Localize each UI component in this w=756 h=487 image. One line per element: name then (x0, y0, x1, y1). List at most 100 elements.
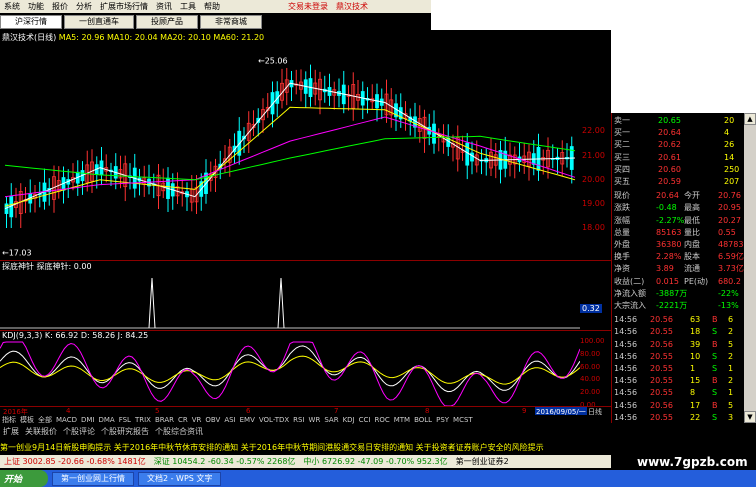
indicator-tab[interactable]: 全部 (36, 415, 54, 425)
tick-row[interactable]: 14:56 20.55 18 S 2 (612, 326, 745, 338)
indicator-tab[interactable]: VOL-TDX (257, 416, 291, 424)
indicator-tab[interactable]: MTM (392, 416, 412, 424)
stat-row[interactable]: 外盘 36380 内盘 48783 (612, 239, 745, 251)
tick-row[interactable]: 14:56 20.55 10 S 2 (612, 351, 745, 363)
indicator-tab[interactable]: SAR (322, 416, 340, 424)
menu-quote[interactable]: 报价 (48, 1, 72, 12)
indicator-tab[interactable]: RSI (291, 416, 306, 424)
indicator-tab[interactable]: WR (307, 416, 323, 424)
tick-row[interactable]: 14:56 20.55 22 S 3 (612, 412, 745, 424)
indicator-tab[interactable]: CCI (357, 416, 373, 424)
price-chart: ←25.06 ←17.03 (2, 57, 576, 257)
month-label: 5 (155, 407, 160, 415)
quote-row[interactable]: 卖一 20.65 20 (612, 115, 745, 127)
trade-login-status[interactable]: 交易未登录 (284, 1, 332, 12)
quote-row[interactable]: 买三 20.61 14 (612, 152, 745, 164)
stat-row[interactable]: 涨跌 -0.48 最高 20.95 (612, 202, 745, 214)
tick-count: 3 (728, 412, 734, 422)
start-button[interactable]: 开始 (0, 470, 48, 487)
indicator-tab[interactable]: CR (176, 416, 190, 424)
tick-side: S (712, 351, 718, 361)
tab-market[interactable]: 沪深行情 (0, 14, 62, 29)
extension-tab[interactable]: 扩展 (0, 426, 22, 437)
sh-index[interactable]: 上证 3002.85 -20.66 -0.68% 1481亿 (0, 456, 150, 467)
quote-row[interactable]: 买一 20.64 4 (612, 127, 745, 139)
indicator-tab[interactable]: 指标 (0, 415, 18, 425)
tick-row[interactable]: 14:56 20.55 1 S 1 (612, 363, 745, 375)
month-label: 7 (334, 407, 339, 415)
extension-tab[interactable]: 关联报价 (22, 426, 60, 437)
tab-advisor[interactable]: 投顾产品 (136, 14, 198, 29)
stat-value: 48783 (718, 240, 744, 249)
tick-row[interactable]: 14:56 20.56 39 B 5 (612, 339, 745, 351)
tick-price: 20.55 (650, 364, 673, 373)
tick-price: 20.55 (650, 412, 673, 422)
stat-row[interactable]: 涨幅 -2.27% 最低 20.27 (612, 215, 745, 227)
tab-direct[interactable]: 一创直通车 (64, 14, 134, 29)
tick-row[interactable]: 14:56 20.56 63 B 6 (612, 314, 745, 326)
tick-count: 5 (728, 339, 734, 349)
scroll-down-icon[interactable]: ▼ (744, 411, 756, 423)
stat-row[interactable]: 换手 2.28% 股本 6.59亿 (612, 251, 745, 263)
tick-volume: 17 (690, 400, 701, 410)
menu-tools[interactable]: 工具 (176, 1, 200, 12)
indicator-tab[interactable]: FSL (117, 416, 133, 424)
chart-area[interactable]: 鼎汉技术(日线) MA5: 20.96 MA10: 20.04 MA20: 20… (0, 30, 611, 423)
tick-volume: 39 (690, 339, 701, 349)
indicator-tab[interactable]: KDJ (341, 416, 357, 424)
indicator-tab[interactable]: TRIX (133, 416, 153, 424)
stat-row[interactable]: 总量 85163 量比 0.55 (612, 227, 745, 239)
task-wps-doc[interactable]: 文档2 - WPS 文字 (138, 471, 222, 486)
tick-row[interactable]: 14:56 20.56 17 B 5 (612, 400, 745, 412)
extension-tab[interactable]: 个股评论 (60, 426, 98, 437)
stat-row[interactable]: 现价 20.64 今开 20.76 (612, 190, 745, 202)
menu-extended-market[interactable]: 扩展市场行情 (96, 1, 152, 12)
zx-index[interactable]: 中小 6726.92 -47.09 -0.70% 952.3亿 (299, 456, 451, 467)
scroll-up-icon[interactable]: ▲ (744, 113, 756, 125)
indicator-tab[interactable]: EMV (238, 416, 257, 424)
stat-row[interactable]: 收益(二) 0.015 PE(动) 680.2 (612, 276, 745, 288)
tick-row[interactable]: 14:56 20.55 15 B 2 (612, 375, 745, 387)
kdj-tick-label: 40.00 (580, 375, 601, 384)
news-ticker[interactable]: 第一创业9月14日新股申购提示 关于2016年中秋节休市安排的通知 关于2016… (0, 440, 611, 454)
indicator-tab[interactable]: ASI (222, 416, 237, 424)
indicator-tab[interactable]: MACD (54, 416, 79, 424)
extension-tab[interactable]: 个股综合资讯 (152, 426, 206, 437)
indicator-tab[interactable]: BOLL (412, 416, 434, 424)
menu-function[interactable]: 功能 (24, 1, 48, 12)
stat-row[interactable]: 净资 3.89 流通 3.73亿 (612, 263, 745, 275)
sz-index[interactable]: 深证 10454.2 -60.34 -0.57% 2268亿 (150, 456, 300, 467)
indicator-tab[interactable]: OBV (203, 416, 222, 424)
tick-count: 5 (728, 400, 734, 410)
quote-volume: 207 (724, 177, 740, 186)
tick-count: 1 (728, 388, 734, 398)
scrollbar[interactable]: ▲ ▼ (744, 113, 756, 423)
indicator-tab[interactable]: DMI (79, 416, 97, 424)
quote-row[interactable]: 买四 20.60 250 (612, 164, 745, 176)
indicator-tab[interactable]: DMA (96, 416, 116, 424)
extension-tab[interactable]: 个股研究报告 (98, 426, 152, 437)
indicator-tab[interactable]: MCST (451, 416, 475, 424)
stat-value: -3887万 (656, 288, 688, 298)
tdbt-spike (148, 277, 156, 329)
tab-mall[interactable]: 非常商城 (200, 14, 262, 29)
indicator-tab[interactable]: 模板 (18, 415, 36, 425)
tick-side: S (712, 364, 718, 373)
quote-price: 20.62 (658, 140, 681, 150)
quote-row[interactable]: 买二 20.62 26 (612, 139, 745, 151)
tick-row[interactable]: 14:56 20.55 8 S 1 (612, 387, 745, 399)
menu-analysis[interactable]: 分析 (72, 1, 96, 12)
menu-system[interactable]: 系统 (0, 1, 24, 12)
indicator-tab[interactable]: PSY (434, 416, 451, 424)
menu-help[interactable]: 帮助 (200, 1, 224, 12)
quote-row[interactable]: 买五 20.59 207 (612, 176, 745, 188)
stat-value: -13% (718, 301, 739, 310)
indicator-tab[interactable]: BRAR (153, 416, 176, 424)
stat-row[interactable]: 净流入额 -3887万 -22% (612, 288, 745, 300)
task-trading-app[interactable]: 第一创业网上行情 (52, 471, 134, 486)
stat-value: 20.27 (718, 215, 741, 225)
stat-row[interactable]: 大宗流入 -2221万 -13% (612, 300, 745, 312)
menu-news[interactable]: 资讯 (152, 1, 176, 12)
indicator-tab[interactable]: VR (190, 416, 204, 424)
indicator-tab[interactable]: ROC (372, 416, 391, 424)
